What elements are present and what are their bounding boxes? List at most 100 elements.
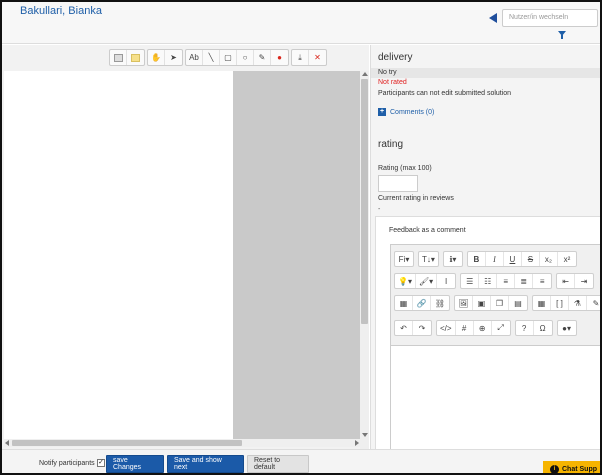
feedback-editor-area[interactable] xyxy=(391,345,600,449)
editor-toolbar-row-2: 💡▾ 🖌▾ I ☰ ☷ ≡ ≣ ≡ ⇤ ⇥ xyxy=(394,273,595,289)
strikethrough-label: S xyxy=(527,254,534,264)
code-view-button[interactable]: </> xyxy=(437,321,456,335)
line-icon[interactable]: ╲ xyxy=(203,50,220,65)
align-center-icon[interactable]: ≣ xyxy=(515,274,534,288)
superscript-button[interactable]: x² xyxy=(558,252,576,266)
font-size-dropdown[interactable]: T↓ ▾ xyxy=(419,252,438,266)
vertical-scroll-thumb[interactable] xyxy=(361,79,368,324)
view-group: </> # ⊕ ⤢ xyxy=(436,320,511,336)
rectangle-icon[interactable]: ▢ xyxy=(220,50,237,65)
plus-icon: + xyxy=(378,108,386,116)
history-group: ↶ ↷ xyxy=(394,320,432,336)
horizontal-scroll-thumb[interactable] xyxy=(12,440,242,446)
bracket-icon[interactable]: [ ] xyxy=(551,296,569,310)
underline-label: U xyxy=(509,254,516,264)
italic-button[interactable]: I xyxy=(486,252,504,266)
bold-button[interactable]: B xyxy=(468,252,486,266)
outdent-icon[interactable]: ⇤ xyxy=(557,274,576,288)
format-group: B I U S x₂ x² xyxy=(466,251,577,267)
status-bar xyxy=(371,68,600,78)
image-icon[interactable]: 🖼 xyxy=(455,296,473,310)
editor-toolbar-row-1: Fi ▾ T↓ ▾ ℹ ▾ B I U S x₂ x² xyxy=(394,251,577,267)
zoom-label: ⊕ xyxy=(478,323,486,333)
user-switch-placeholder: Nutzer/in wechseln xyxy=(509,14,569,21)
file-image-icon[interactable]: ▣ xyxy=(473,296,491,310)
scroll-left-icon[interactable] xyxy=(5,440,9,446)
annotation-toolbar: ✋ ➤ Ab ╲ ▢ ○ ✎ ● ⤓ ✕ xyxy=(109,49,327,66)
user-switch-select[interactable]: Nutzer/in wechseln xyxy=(502,9,598,27)
scroll-down-icon[interactable] xyxy=(362,433,368,437)
scroll-up-icon[interactable] xyxy=(362,72,368,76)
special-char-icon[interactable]: Ω xyxy=(534,321,552,335)
previous-user-arrow-icon[interactable] xyxy=(489,13,497,23)
redo-label: ↷ xyxy=(418,323,426,333)
zoom-button[interactable]: ⊕ xyxy=(474,321,492,335)
undo-button[interactable]: ↶ xyxy=(395,321,413,335)
comments-link[interactable]: + Comments (0) xyxy=(378,108,434,116)
subscript-label: x₂ xyxy=(544,254,552,264)
brush-icon[interactable]: 🖌▾ xyxy=(416,274,438,288)
vertical-scrollbar[interactable] xyxy=(360,71,369,449)
document-viewer: ✋ ➤ Ab ╲ ▢ ○ ✎ ● ⤓ ✕ xyxy=(2,45,369,449)
unlink-icon[interactable]: ⛓ xyxy=(431,296,449,310)
footer: Notify participants ✓ save Changes Save … xyxy=(2,449,600,473)
rating-status: Not rated xyxy=(378,79,407,86)
copy-icon[interactable]: ❐ xyxy=(491,296,509,310)
ordered-list-icon[interactable]: ☷ xyxy=(479,274,498,288)
underline-button[interactable]: U xyxy=(504,252,522,266)
scroll-right-icon[interactable] xyxy=(355,440,359,446)
edit-icon[interactable]: ✎ xyxy=(587,296,600,310)
undo-label: ↶ xyxy=(400,323,407,333)
extra-group: ? Ω xyxy=(514,320,553,336)
help-icon[interactable]: ? xyxy=(516,321,534,335)
stamp-text-icon[interactable]: Ab xyxy=(186,50,203,65)
feedback-label: Feedback as a comment xyxy=(389,227,466,234)
header: Bakullari, Bianka Nutzer/in wechseln xyxy=(2,2,600,44)
chat-support-button[interactable]: i Chat Supp xyxy=(543,461,600,473)
info-label: ℹ xyxy=(449,254,453,264)
font-group: Fi ▾ xyxy=(394,251,414,267)
color-drop-icon[interactable]: ● xyxy=(271,50,288,65)
filter-icon[interactable] xyxy=(558,31,566,39)
delete-icon[interactable]: ✕ xyxy=(309,50,326,65)
insert-group-1: ▦ 🔗 ⛓ xyxy=(394,295,450,311)
table-icon[interactable]: ▦ xyxy=(395,296,413,310)
user-name: Bakullari, Bianka xyxy=(20,5,102,17)
notify-participants-checkbox[interactable]: ✓ xyxy=(97,459,105,467)
info-dropdown[interactable]: ℹ ▾ xyxy=(444,252,462,266)
align-right-icon[interactable]: ≡ xyxy=(533,274,551,288)
indent-icon[interactable]: ⇥ xyxy=(575,274,593,288)
note-icon[interactable] xyxy=(110,50,127,65)
strikethrough-button[interactable]: S xyxy=(522,252,540,266)
subscript-button[interactable]: x₂ xyxy=(540,252,558,266)
fullscreen-button[interactable]: ⤢ xyxy=(492,321,510,335)
pen-icon[interactable]: ✎ xyxy=(254,50,271,65)
media-icon[interactable]: ▤ xyxy=(509,296,527,310)
redo-button[interactable]: ↷ xyxy=(413,321,431,335)
save-and-next-button[interactable]: Save and show next xyxy=(167,455,244,473)
flask-icon[interactable]: ⚗ xyxy=(569,296,587,310)
hand-icon[interactable]: ✋ xyxy=(148,50,165,65)
drawing-tools: Ab ╲ ▢ ○ ✎ ● xyxy=(185,49,289,66)
pointer-icon[interactable]: ➤ xyxy=(165,50,182,65)
calculator-icon[interactable]: ▦ xyxy=(533,296,551,310)
document-page[interactable] xyxy=(4,71,233,439)
link-icon[interactable]: 🔗 xyxy=(413,296,431,310)
download-icon[interactable]: ⤓ xyxy=(292,50,309,65)
horizontal-scrollbar[interactable] xyxy=(4,439,360,447)
reset-button[interactable]: Reset to default xyxy=(247,455,309,473)
note-tools xyxy=(109,49,145,66)
text-cursor-icon[interactable]: I xyxy=(437,274,455,288)
oval-icon[interactable]: ○ xyxy=(237,50,254,65)
highlight-icon[interactable] xyxy=(127,50,144,65)
hash-button[interactable]: # xyxy=(456,321,474,335)
current-rating-value: - xyxy=(378,206,381,213)
chat-icon: i xyxy=(550,464,559,473)
font-family-dropdown[interactable]: Fi ▾ xyxy=(395,252,413,266)
rating-input[interactable] xyxy=(378,175,418,192)
unordered-list-icon[interactable]: ☰ xyxy=(461,274,480,288)
save-changes-button[interactable]: save Changes xyxy=(106,455,164,473)
align-left-icon[interactable]: ≡ xyxy=(497,274,516,288)
color-picker-icon[interactable]: ●▾ xyxy=(558,321,576,335)
lightbulb-icon[interactable]: 💡▾ xyxy=(395,274,416,288)
